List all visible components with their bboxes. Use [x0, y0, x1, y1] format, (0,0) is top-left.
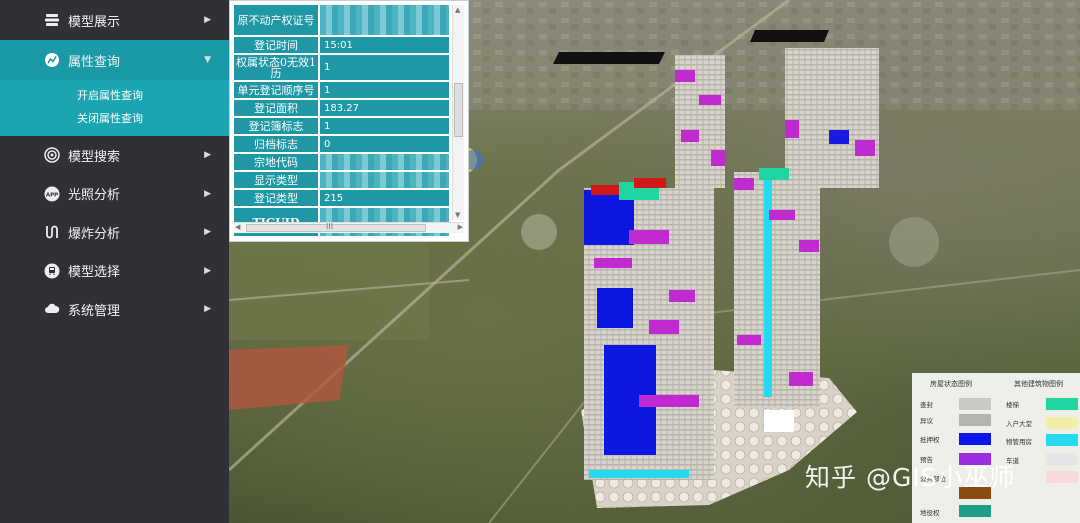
- attr-row: 宗地代码: [234, 154, 449, 170]
- nav-label: 模型选择: [68, 265, 121, 281]
- attr-value: 1: [320, 82, 449, 98]
- sidebar: 模型展示 ▶ 属性查询 ▼ 开启属性查询 关闭属性查询 模型搜索 ▶ APP 光…: [0, 0, 229, 523]
- vertical-scrollbar[interactable]: ▲ ▼: [452, 5, 464, 220]
- attr-value: 183.27: [320, 100, 449, 116]
- legend-label: 抵押权: [920, 436, 940, 444]
- attr-row: 原不动产权证号: [234, 5, 449, 35]
- attr-value-masked: [320, 5, 449, 35]
- nav-item-explode-analysis[interactable]: 爆炸分析 ▶: [0, 213, 229, 252]
- legend-swatch: [959, 398, 991, 410]
- scroll-right-icon[interactable]: ▶: [458, 223, 463, 231]
- chevron-right-icon: ▶: [204, 304, 211, 315]
- legend-swatch: [1046, 453, 1078, 465]
- attr-row: 登记时间 15:01: [234, 37, 449, 53]
- chevron-down-icon: ▼: [204, 55, 211, 65]
- legend-swatch: [1046, 398, 1078, 410]
- target-icon: [44, 147, 60, 163]
- attr-key: 宗地代码: [234, 154, 320, 170]
- legend-swatch: [1046, 434, 1078, 446]
- watermark: 知乎 @GIS小巫师: [805, 463, 1016, 492]
- nav-item-attribute-query[interactable]: 属性查询 ▼: [0, 40, 229, 80]
- chevron-right-icon: ▶: [204, 227, 211, 238]
- chevron-right-icon: ▶: [204, 265, 211, 276]
- legend-label: 物管用房: [1006, 438, 1032, 446]
- chevron-right-icon: ▶: [204, 188, 211, 199]
- nav-item-model-search[interactable]: 模型搜索 ▶: [0, 136, 229, 175]
- chevron-right-icon: ▶: [204, 15, 211, 25]
- nav-item-light-analysis[interactable]: APP 光照分析 ▶: [0, 175, 229, 214]
- legend-swatch: [1046, 471, 1078, 483]
- scroll-up-icon[interactable]: ▲: [455, 6, 460, 14]
- nav-label: 模型搜索: [68, 149, 121, 165]
- attr-key: 登记时间: [234, 37, 320, 53]
- nav-item-model-display[interactable]: 模型展示 ▶: [0, 0, 229, 40]
- submenu-item-enable-query[interactable]: 开启属性查询: [0, 84, 229, 107]
- legend-label: 查封: [920, 401, 933, 409]
- attr-value: 215: [320, 190, 449, 206]
- attr-key: 权属状态0无效1历: [234, 55, 320, 80]
- nav-item-model-select[interactable]: 模型选择 ▶: [0, 252, 229, 291]
- attribute-panel: 原不动产权证号 登记时间 15:01 权属状态0无效1历 1 单元登记顺序号 1…: [229, 0, 469, 242]
- legend-label: 地役权: [920, 509, 940, 517]
- attribute-table: 原不动产权证号 登记时间 15:01 权属状态0无效1历 1 单元登记顺序号 1…: [234, 5, 449, 238]
- scroll-left-icon[interactable]: ◀: [235, 223, 240, 231]
- attr-row: 登记面积 183.27: [234, 100, 449, 116]
- horizontal-scrollbar[interactable]: ◀ III ▶: [234, 222, 464, 233]
- attr-key: 登记面积: [234, 100, 320, 116]
- attr-row: 显示类型: [234, 172, 449, 188]
- attr-value-masked: [320, 172, 449, 188]
- nav-label: 爆炸分析: [68, 226, 121, 242]
- layers-icon: [44, 12, 60, 28]
- chart-icon: [44, 52, 60, 68]
- svg-text:APP: APP: [46, 192, 58, 198]
- legend-panel: 房屋状态图例 其他建筑物图例 查封 异议 抵押权 预告 公共部位 地役权 楼梯 …: [912, 373, 1080, 523]
- attr-row: 登记簿标志 1: [234, 118, 449, 134]
- scroll-down-icon[interactable]: ▼: [455, 211, 460, 219]
- legend-swatch: [959, 433, 991, 445]
- attr-row: 单元登记顺序号 1: [234, 82, 449, 98]
- nav-label: 系统管理: [68, 303, 121, 319]
- legend-swatch: [959, 414, 991, 426]
- attr-value: 0: [320, 136, 449, 152]
- cloud-icon: [44, 301, 60, 317]
- nav-label: 模型展示: [68, 14, 121, 30]
- legend-swatch: [1046, 417, 1078, 429]
- attr-key: 归档标志: [234, 136, 320, 152]
- legend-header-left: 房屋状态图例: [930, 380, 972, 388]
- attr-key: 登记类型: [234, 190, 320, 206]
- nav-label: 光照分析: [68, 188, 121, 204]
- submenu-attribute-query: 开启属性查询 关闭属性查询: [0, 80, 229, 136]
- legend-label: 楼梯: [1006, 401, 1019, 409]
- legend-swatch: [959, 505, 991, 517]
- app-icon: APP: [44, 186, 60, 202]
- attr-value-masked: [320, 154, 449, 170]
- attr-value: 1: [320, 118, 449, 134]
- attr-key: 原不动产权证号: [234, 5, 320, 35]
- attr-key: 单元登记顺序号: [234, 82, 320, 98]
- attr-key: 登记簿标志: [234, 118, 320, 134]
- attr-row: 登记类型 215: [234, 190, 449, 206]
- scroll-grip: III: [326, 222, 334, 231]
- attr-row: 归档标志 0: [234, 136, 449, 152]
- legend-header-right: 其他建筑物图例: [1014, 380, 1063, 388]
- submenu-item-disable-query[interactable]: 关闭属性查询: [0, 107, 229, 130]
- attr-value: 15:01: [320, 37, 449, 53]
- attr-value: 1: [320, 55, 449, 80]
- chevron-right-icon: ▶: [204, 150, 211, 161]
- nav-item-system-admin[interactable]: 系统管理 ▶: [0, 290, 229, 329]
- wave-icon: [44, 224, 60, 240]
- legend-label: 异议: [920, 417, 933, 425]
- train-icon: [44, 263, 60, 279]
- nav-label: 属性查询: [68, 54, 121, 70]
- scroll-thumb[interactable]: [454, 83, 463, 137]
- hscroll-thumb[interactable]: [246, 224, 426, 232]
- legend-label: 入户大堂: [1006, 420, 1032, 428]
- attr-row: 权属状态0无效1历 1: [234, 55, 449, 80]
- attr-key: 显示类型: [234, 172, 320, 188]
